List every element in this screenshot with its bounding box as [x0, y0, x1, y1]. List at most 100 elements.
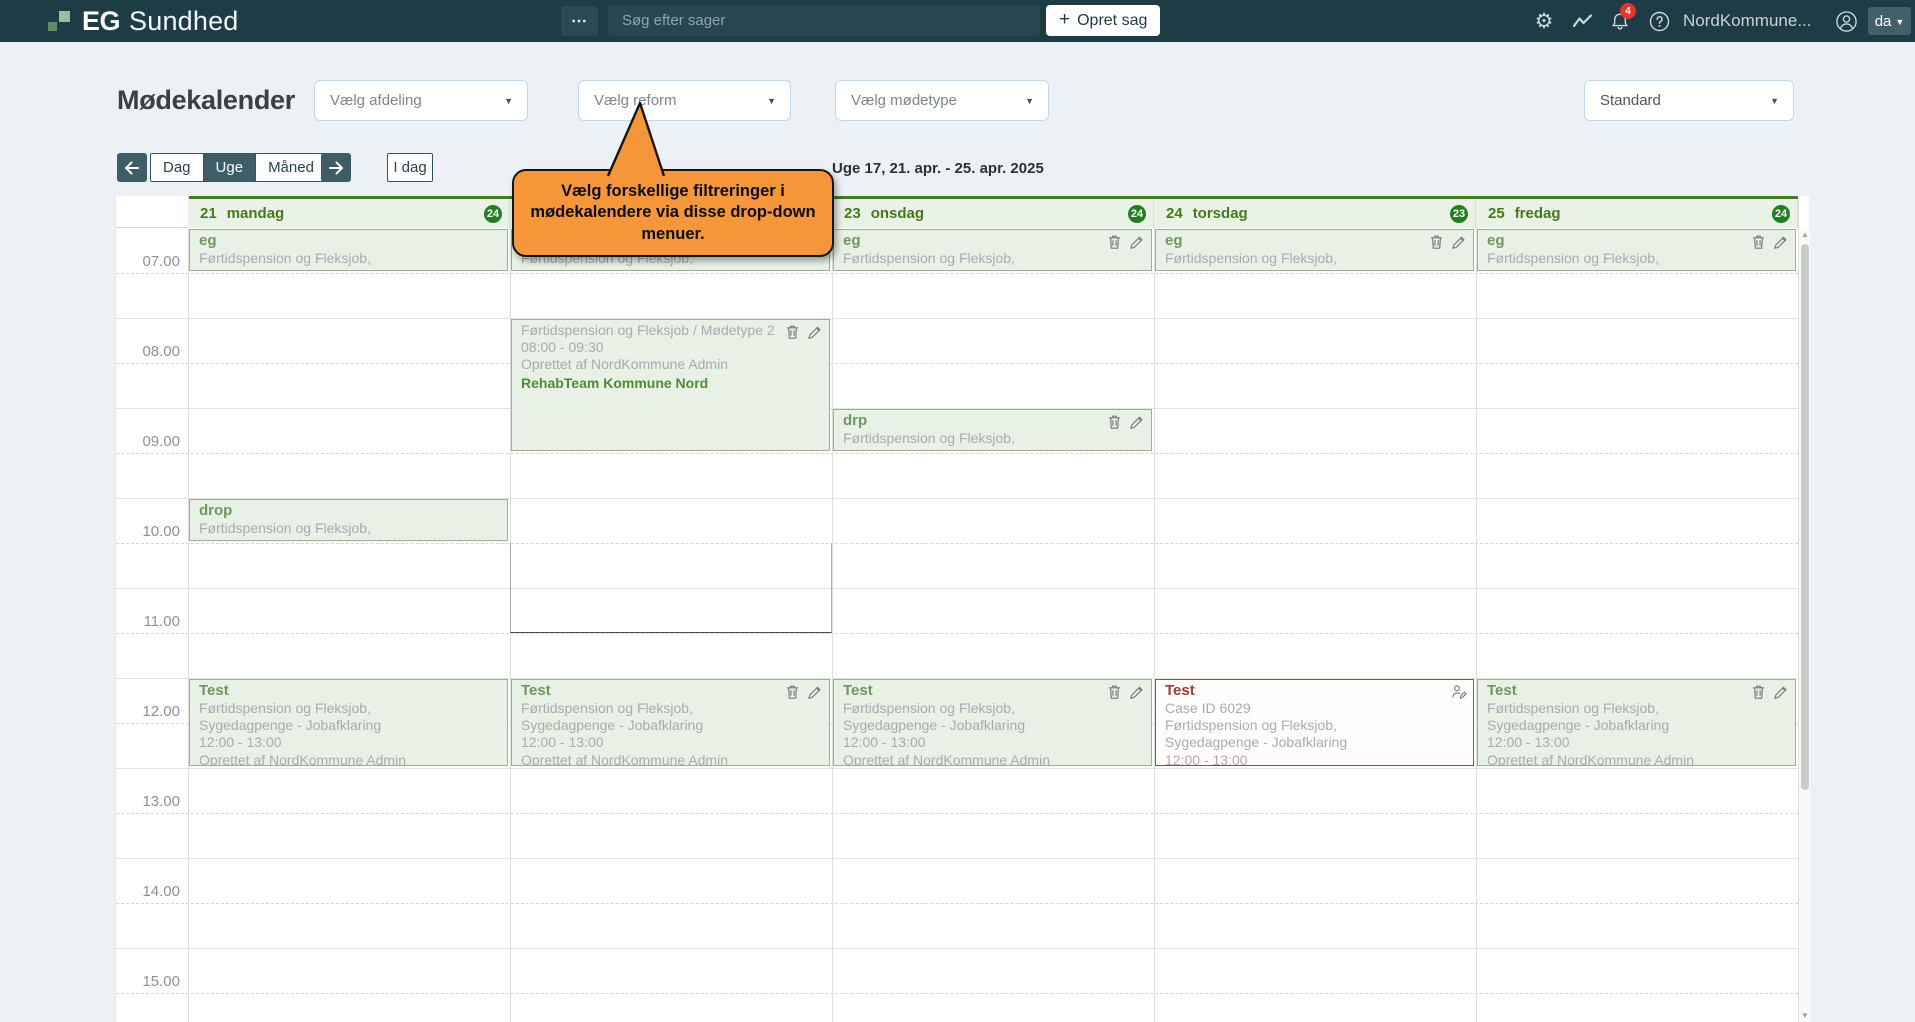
event-title: drp: [843, 412, 1143, 430]
delete-event-button[interactable]: [785, 324, 801, 340]
more-menu-button[interactable]: ⋯: [561, 6, 598, 36]
event-actions: [1751, 684, 1789, 700]
day-header[interactable]: 23onsdag24: [832, 199, 1154, 228]
app-logo: EG Sundhed: [48, 0, 239, 42]
edit-event-button[interactable]: [1129, 684, 1145, 700]
event-detail: Sygedagpenge - Jobafklaring: [521, 267, 821, 271]
tab-day[interactable]: Dag: [151, 154, 203, 181]
calendar-event[interactable]: egFørtidspension og Fleksjob,Sygedagpeng…: [1477, 229, 1796, 271]
half-hour-line: [116, 273, 1798, 274]
day-header[interactable]: 25fredag24: [1476, 199, 1798, 228]
calendar-event[interactable]: TestFørtidspension og Fleksjob,Sygedagpe…: [511, 679, 830, 766]
scroll-up-icon[interactable]: ▲: [1799, 230, 1811, 239]
previous-week-button[interactable]: [117, 153, 147, 182]
edit-icon: [1773, 684, 1788, 700]
create-case-button[interactable]: + Opret sag: [1046, 5, 1160, 36]
hour-line: [116, 318, 1798, 319]
delete-event-button[interactable]: [1107, 414, 1123, 430]
notifications-button[interactable]: 4: [1606, 0, 1634, 42]
delete-event-button[interactable]: [1107, 234, 1123, 250]
event-detail: 08:00 - 09:30: [521, 339, 821, 356]
day-header[interactable]: 24torsdag23: [1154, 199, 1476, 228]
assign-user-button[interactable]: [1451, 684, 1467, 700]
trash-icon: [1107, 684, 1122, 700]
delete-event-button[interactable]: [1107, 684, 1123, 700]
event-detail: Førtidspension og Fleksjob,: [1487, 700, 1787, 717]
event-detail: Sygedagpenge - Jobafklaring: [843, 717, 1143, 734]
trash-icon: [1107, 414, 1122, 430]
view-switcher: Dag Uge Måned: [150, 153, 327, 182]
brand-name: EG: [82, 6, 120, 37]
event-title: eg: [1165, 232, 1465, 250]
scroll-down-icon[interactable]: ▼: [1799, 1011, 1811, 1020]
day-number: 24: [1166, 205, 1183, 222]
delete-event-button[interactable]: [1751, 234, 1767, 250]
tab-week[interactable]: Uge: [203, 154, 256, 181]
delete-event-button[interactable]: [785, 684, 801, 700]
arrow-left-icon: [124, 161, 140, 175]
day-count-badge: 24: [484, 205, 502, 223]
meeting-type-dropdown[interactable]: Vælg mødetype ▼: [835, 80, 1049, 121]
day-number: 23: [844, 205, 861, 222]
language-selector[interactable]: da ▼: [1868, 7, 1911, 35]
event-detail: Førtidspension og Fleksjob,: [199, 520, 499, 537]
time-label: 14.00: [116, 883, 180, 900]
today-button[interactable]: I dag: [387, 153, 433, 182]
scrollbar-thumb[interactable]: [1801, 244, 1809, 790]
delete-event-button[interactable]: [1429, 234, 1445, 250]
help-button[interactable]: [1645, 0, 1673, 42]
trash-icon: [785, 684, 800, 700]
time-label: 11.00: [116, 613, 180, 630]
calendar-event[interactable]: dropFørtidspension og Fleksjob,Sygedagpe…: [189, 499, 508, 541]
event-detail: Oprettet af NordKommune Admin: [521, 356, 821, 373]
view-preset-dropdown[interactable]: Standard ▼: [1584, 80, 1794, 121]
tutorial-callout: Vælg forskellige filtreringer i mødekale…: [512, 169, 834, 257]
calendar-event[interactable]: egFørtidspension og Fleksjob,Sygedagpeng…: [833, 229, 1152, 271]
calendar-event[interactable]: drpFørtidspension og Fleksjob,Sygedagpen…: [833, 409, 1152, 451]
day-name: mandag: [227, 205, 285, 222]
settings-button[interactable]: ⚙: [1530, 0, 1558, 42]
edit-event-button[interactable]: [1451, 234, 1467, 250]
edit-event-button[interactable]: [807, 684, 823, 700]
time-label: 15.00: [116, 973, 180, 990]
calendar-event[interactable]: Førtidspension og Fleksjob / Mødetype 20…: [511, 319, 830, 451]
calendar-event[interactable]: TestFørtidspension og Fleksjob,Sygedagpe…: [1477, 679, 1796, 766]
event-detail: Førtidspension og Fleksjob,: [199, 700, 499, 717]
event-actions: [785, 324, 823, 340]
event-title: Test: [1487, 682, 1787, 700]
edit-event-button[interactable]: [1129, 414, 1145, 430]
edit-event-button[interactable]: [1773, 234, 1789, 250]
next-week-button[interactable]: [321, 153, 351, 182]
day-name: torsdag: [1193, 205, 1248, 222]
calendar-event[interactable]: TestFørtidspension og Fleksjob,Sygedagpe…: [189, 679, 508, 766]
edit-event-button[interactable]: [1129, 234, 1145, 250]
delete-event-button[interactable]: [1751, 684, 1767, 700]
event-detail: 12:00 - 13:00: [199, 734, 499, 751]
event-detail: Oprettet af NordKommune Admin: [199, 752, 499, 766]
column-divider: [1798, 199, 1799, 1022]
chevron-down-icon: ▼: [767, 96, 776, 106]
calendar-event[interactable]: TestCase ID 6029Førtidspension og Fleksj…: [1155, 679, 1474, 766]
gear-icon: ⚙: [1535, 11, 1554, 32]
edit-event-button[interactable]: [1773, 684, 1789, 700]
hour-line: [116, 858, 1798, 859]
half-hour-line: [116, 993, 1798, 994]
half-hour-line: [116, 363, 1798, 364]
department-dropdown[interactable]: Vælg afdeling ▼: [314, 80, 528, 121]
event-detail: Førtidspension og Fleksjob,: [521, 700, 821, 717]
calendar-event[interactable]: TestFørtidspension og Fleksjob,Sygedagpe…: [833, 679, 1152, 766]
user-menu-button[interactable]: [1832, 0, 1860, 42]
edit-event-button[interactable]: [807, 324, 823, 340]
event-title: eg: [199, 232, 499, 250]
calendar-event[interactable]: egFørtidspension og Fleksjob,Sygedagpeng…: [189, 229, 508, 271]
calendar-scrollbar[interactable]: ▲ ▼: [1798, 228, 1810, 1022]
activity-button[interactable]: [1568, 0, 1596, 42]
selected-time-slot[interactable]: [510, 543, 832, 633]
search-input[interactable]: [608, 5, 1040, 36]
case-search[interactable]: [608, 5, 1040, 36]
calendar-event[interactable]: egFørtidspension og Fleksjob,Sygedagpeng…: [1155, 229, 1474, 271]
event-detail: Sygedagpenge - Jobafklaring: [1487, 267, 1787, 271]
event-detail: Førtidspension og Fleksjob,: [843, 430, 1143, 447]
day-header[interactable]: 21mandag24: [188, 199, 510, 228]
tab-month[interactable]: Måned: [255, 154, 326, 181]
